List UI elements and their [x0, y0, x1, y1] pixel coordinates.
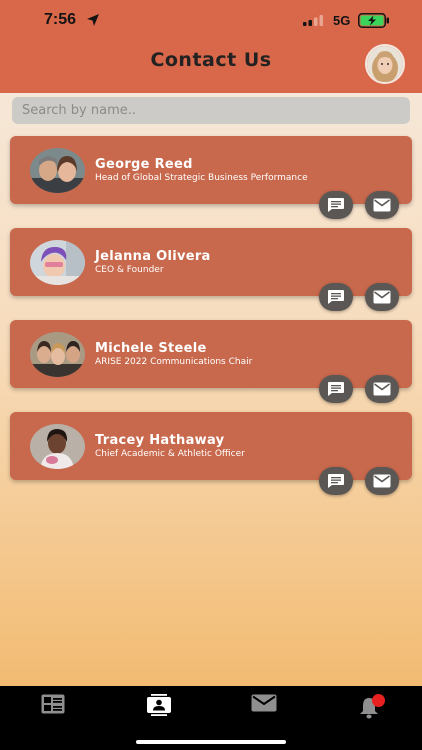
message-button[interactable]: [319, 467, 353, 495]
contact-avatar: [30, 148, 85, 193]
notification-badge: [372, 694, 385, 707]
contact-card[interactable]: George Reed Head of Global Strategic Bus…: [10, 136, 412, 204]
contact-role: CEO & Founder: [95, 265, 164, 275]
contact-name: George Reed: [95, 157, 193, 172]
email-icon: [373, 290, 391, 304]
header-bar: 7:56 5G Contact Us: [0, 0, 422, 93]
contact-card[interactable]: Tracey Hathaway Chief Academic & Athleti…: [10, 412, 412, 480]
contact-name: Jelanna Olivera: [95, 249, 211, 264]
email-icon: [373, 474, 391, 488]
contact-role: Chief Academic & Athletic Officer: [95, 449, 245, 459]
email-icon: [373, 382, 391, 396]
tab-contacts[interactable]: [146, 694, 172, 716]
message-button[interactable]: [319, 191, 353, 219]
contact-role: ARISE 2022 Communications Chair: [95, 357, 253, 367]
status-time: 7:56: [44, 11, 77, 28]
contacts-icon: [147, 694, 171, 716]
page-title: Contact Us: [150, 49, 272, 71]
contact-avatar: [30, 424, 85, 469]
contact-card[interactable]: Jelanna Olivera CEO & Founder: [10, 228, 412, 296]
chat-bubble-icon: [328, 474, 344, 488]
contact-avatar: [30, 332, 85, 377]
contact-name: Michele Steele: [95, 341, 207, 356]
message-button[interactable]: [319, 283, 353, 311]
dashboard-icon: [41, 694, 65, 714]
chat-bubble-icon: [328, 198, 344, 212]
tab-mail[interactable]: [251, 694, 277, 716]
contact-card[interactable]: Michele Steele ARISE 2022 Communications…: [10, 320, 412, 388]
network-type: 5G: [333, 13, 351, 28]
location-arrow-icon: [87, 14, 99, 26]
contact-name: Tracey Hathaway: [95, 433, 225, 448]
tab-notifications[interactable]: [357, 694, 385, 719]
email-icon: [373, 198, 391, 212]
email-button[interactable]: [365, 467, 399, 495]
chat-bubble-icon: [328, 382, 344, 396]
message-button[interactable]: [319, 375, 353, 403]
battery-charging-icon: [358, 13, 389, 28]
email-button[interactable]: [365, 191, 399, 219]
email-button[interactable]: [365, 283, 399, 311]
contact-role: Head of Global Strategic Business Perfor…: [95, 173, 308, 183]
chat-bubble-icon: [328, 290, 344, 304]
email-button[interactable]: [365, 375, 399, 403]
status-bar: 7:56 5G: [0, 10, 422, 32]
home-indicator: [136, 740, 286, 744]
mail-icon: [251, 694, 277, 712]
signal-strength-icon: [303, 15, 323, 26]
contact-avatar: [30, 240, 85, 285]
search-input[interactable]: [12, 97, 410, 124]
profile-avatar[interactable]: [365, 44, 405, 84]
tab-dashboard[interactable]: [41, 694, 67, 716]
